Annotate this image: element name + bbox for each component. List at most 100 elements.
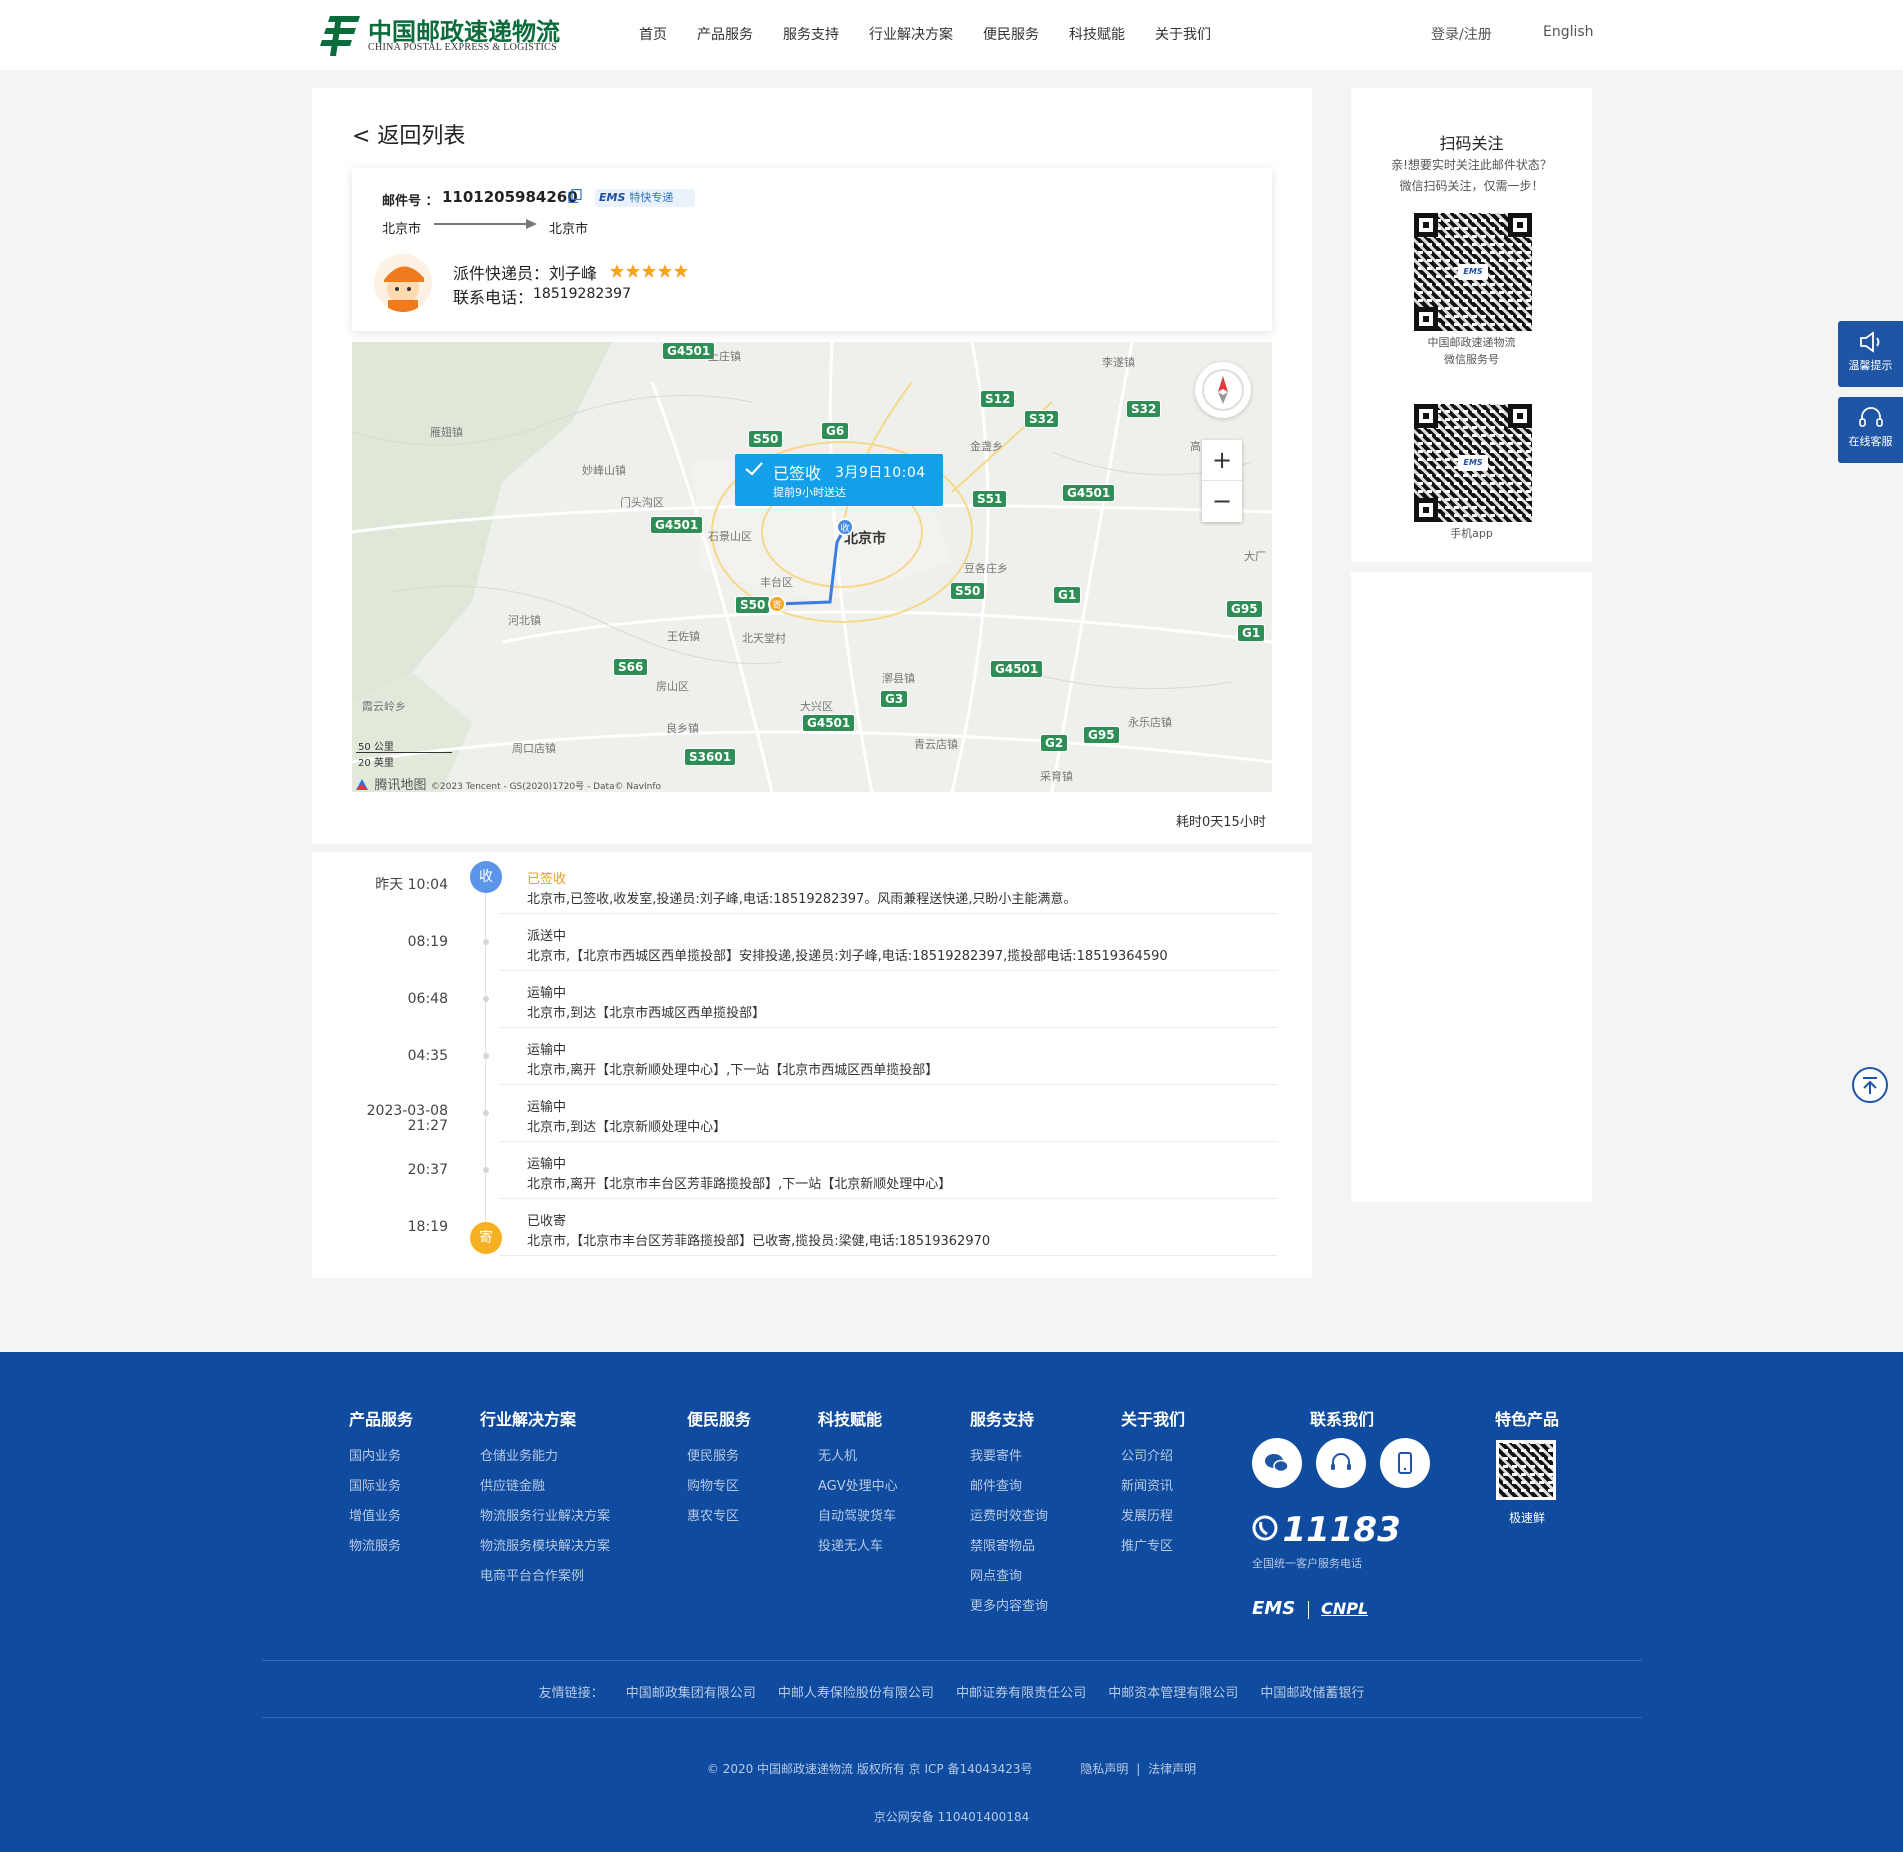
footer-link[interactable]: 运费时效查询 (970, 1505, 1048, 1524)
send-pin[interactable]: 寄 (768, 595, 786, 613)
nav-solutions[interactable]: 行业解决方案 (869, 24, 953, 44)
tips-float-button[interactable]: 温馨提示 (1838, 321, 1903, 387)
mobile-phone-icon (1398, 1452, 1412, 1474)
map-place-label: 周口店镇 (512, 742, 556, 755)
footer-link[interactable]: 仓储业务能力 (480, 1445, 558, 1464)
tips-label: 温馨提示 (1848, 359, 1893, 372)
follow-desc-1: 亲!想要实时关注此邮件状态？ (1391, 158, 1552, 172)
mobile-app-button[interactable] (1380, 1438, 1430, 1488)
highway-label: S51 (972, 490, 1008, 508)
entry-status: 已收寄 (527, 1214, 567, 1229)
language-switch[interactable]: English (1543, 24, 1594, 40)
map-place-label: 漷县镇 (882, 672, 915, 685)
nav-convenience[interactable]: 便民服务 (983, 24, 1039, 44)
footer-col-title: 服务支持 (970, 1410, 1035, 1429)
map-place-label: 霞云岭乡 (362, 700, 406, 713)
login-register-link[interactable]: 登录/注册 (1431, 24, 1492, 44)
footer-link[interactable]: 购物专区 (687, 1475, 739, 1494)
footer-link[interactable]: 国际业务 (349, 1475, 401, 1494)
highway-label: S32 (1126, 400, 1162, 418)
compass-control[interactable] (1195, 362, 1251, 418)
special-product-caption[interactable]: 极速鲜 (1509, 1509, 1545, 1526)
follow-title: 扫码关注 (1439, 134, 1504, 153)
map-place-label: 妙峰山镇 (582, 464, 626, 477)
back-to-list-link[interactable]: < 返回列表 (352, 118, 465, 150)
nav-home[interactable]: 首页 (639, 24, 667, 44)
map-place-label: 门头沟区 (620, 496, 664, 509)
ems-brand-logo: EMS (1252, 1598, 1296, 1619)
map-copyright: ©2023 Tencent - GS(2020)1720号 - Data© Na… (430, 782, 662, 792)
highway-label: G2 (1040, 734, 1069, 752)
footer-link[interactable]: 邮件查询 (970, 1475, 1022, 1494)
courier-phone-label: 联系电话： (453, 288, 534, 307)
legal-link[interactable]: 法律声明 (1148, 1762, 1196, 1776)
friend-link[interactable]: 中邮资本管理有限公司 (1108, 1686, 1238, 1701)
friend-link[interactable]: 中国邮政储蓄银行 (1260, 1686, 1364, 1701)
zoom-in-button[interactable]: + (1202, 440, 1242, 481)
footer-link[interactable]: 增值业务 (349, 1505, 401, 1524)
footer-link[interactable]: 发展历程 (1121, 1505, 1173, 1524)
entry-detail: 北京市,已签收,收发室,投递员:刘子峰,电话:18519282397。风雨兼程送… (527, 892, 1077, 907)
online-service-label: 在线客服 (1848, 435, 1893, 448)
footer-link[interactable]: 供应链金融 (480, 1475, 545, 1494)
tooltip-time: 3月9日10:04 (835, 465, 926, 481)
friend-link[interactable]: 中国邮政集团有限公司 (626, 1686, 756, 1701)
highway-label: G95 (1083, 726, 1120, 744)
nav-about[interactable]: 关于我们 (1155, 24, 1211, 44)
entry-time: 21:27 (407, 1118, 448, 1134)
footer-link[interactable]: 禁限寄物品 (970, 1535, 1035, 1554)
privacy-link[interactable]: 隐私声明 (1080, 1762, 1128, 1776)
map-place-label: 良乡镇 (666, 722, 699, 735)
entry-status: 运输中 (527, 1157, 567, 1172)
nav-technology[interactable]: 科技赋能 (1069, 24, 1125, 44)
receive-pin[interactable]: 收 (836, 518, 854, 536)
nav-support[interactable]: 服务支持 (783, 24, 839, 44)
ems-logo: EMS (599, 191, 626, 204)
copy-icon[interactable] (568, 188, 582, 204)
site-logo[interactable]: 中国邮政速递物流 CHINA POSTAL EXPRESS & LOGISTIC… (316, 12, 576, 56)
footer-link[interactable]: 投递无人车 (818, 1535, 883, 1554)
footer-link[interactable]: 新闻资讯 (1121, 1475, 1173, 1494)
footer-link[interactable]: 推广专区 (1121, 1535, 1173, 1554)
entry-detail: 北京市,离开【北京市丰台区芳菲路揽投部】,下一站【北京新顺处理中心】 (527, 1177, 952, 1192)
footer-link[interactable]: 公司介绍 (1121, 1445, 1173, 1464)
compass-icon (1202, 369, 1244, 411)
zoom-out-button[interactable]: − (1202, 481, 1242, 522)
footer-link[interactable]: 无人机 (818, 1445, 857, 1464)
footer-link[interactable]: 物流服务模块解决方案 (480, 1535, 610, 1554)
map-place-label: 丰台区 (760, 576, 793, 589)
friend-link[interactable]: 中邮证券有限责任公司 (956, 1686, 1086, 1701)
footer-link[interactable]: 物流服务行业解决方案 (480, 1505, 610, 1524)
map-place-label: 雁翅镇 (430, 426, 463, 439)
footer-link[interactable]: 惠农专区 (687, 1505, 739, 1524)
footer-link[interactable]: 自动驾驶货车 (818, 1505, 896, 1524)
footer-link[interactable]: 物流服务 (349, 1535, 401, 1554)
friend-links: 友情链接： 中国邮政集团有限公司 中邮人寿保险股份有限公司 中邮证券有限责任公司… (0, 1682, 1903, 1701)
friend-link[interactable]: 中邮人寿保险股份有限公司 (778, 1686, 934, 1701)
map-place-label: 上庄镇 (708, 350, 741, 363)
footer-link[interactable]: 电商平台合作案例 (480, 1565, 584, 1584)
map-place-label: 李遂镇 (1102, 356, 1135, 369)
courier-phone: 18519282397 (533, 286, 631, 302)
footer-col-title: 关于我们 (1121, 1410, 1186, 1429)
route-map[interactable]: G4501 S12 S32 S32 G6 S50 S51 G4501 G4501… (352, 342, 1272, 792)
friend-links-label: 友情链接： (538, 1686, 604, 1701)
footer-link[interactable]: 我要寄件 (970, 1445, 1022, 1464)
footer-link[interactable]: 更多内容查询 (970, 1595, 1048, 1614)
beian-text: 京公网安备 110401400184 (873, 1810, 1030, 1824)
footer-link[interactable]: 国内业务 (349, 1445, 401, 1464)
origin-city: 北京市 (382, 222, 422, 237)
wechat-contact-button[interactable] (1252, 1438, 1302, 1488)
footer-link[interactable]: 网点查询 (970, 1565, 1022, 1584)
footer-link[interactable]: 便民服务 (687, 1445, 739, 1464)
online-service-float-button[interactable]: 在线客服 (1838, 397, 1903, 463)
footer-link[interactable]: AGV处理中心 (818, 1475, 898, 1494)
highway-label: G3 (880, 690, 909, 708)
phone-service-button[interactable] (1316, 1438, 1366, 1488)
nav-products[interactable]: 产品服务 (697, 24, 753, 44)
map-place-label: 高 (1190, 440, 1201, 453)
courier-rating (610, 264, 690, 282)
hotline-description: 全国统一客户服务电话 (1252, 1557, 1362, 1570)
back-to-top-button[interactable] (1852, 1067, 1888, 1103)
map-place-label: 豆各庄乡 (964, 562, 1008, 575)
